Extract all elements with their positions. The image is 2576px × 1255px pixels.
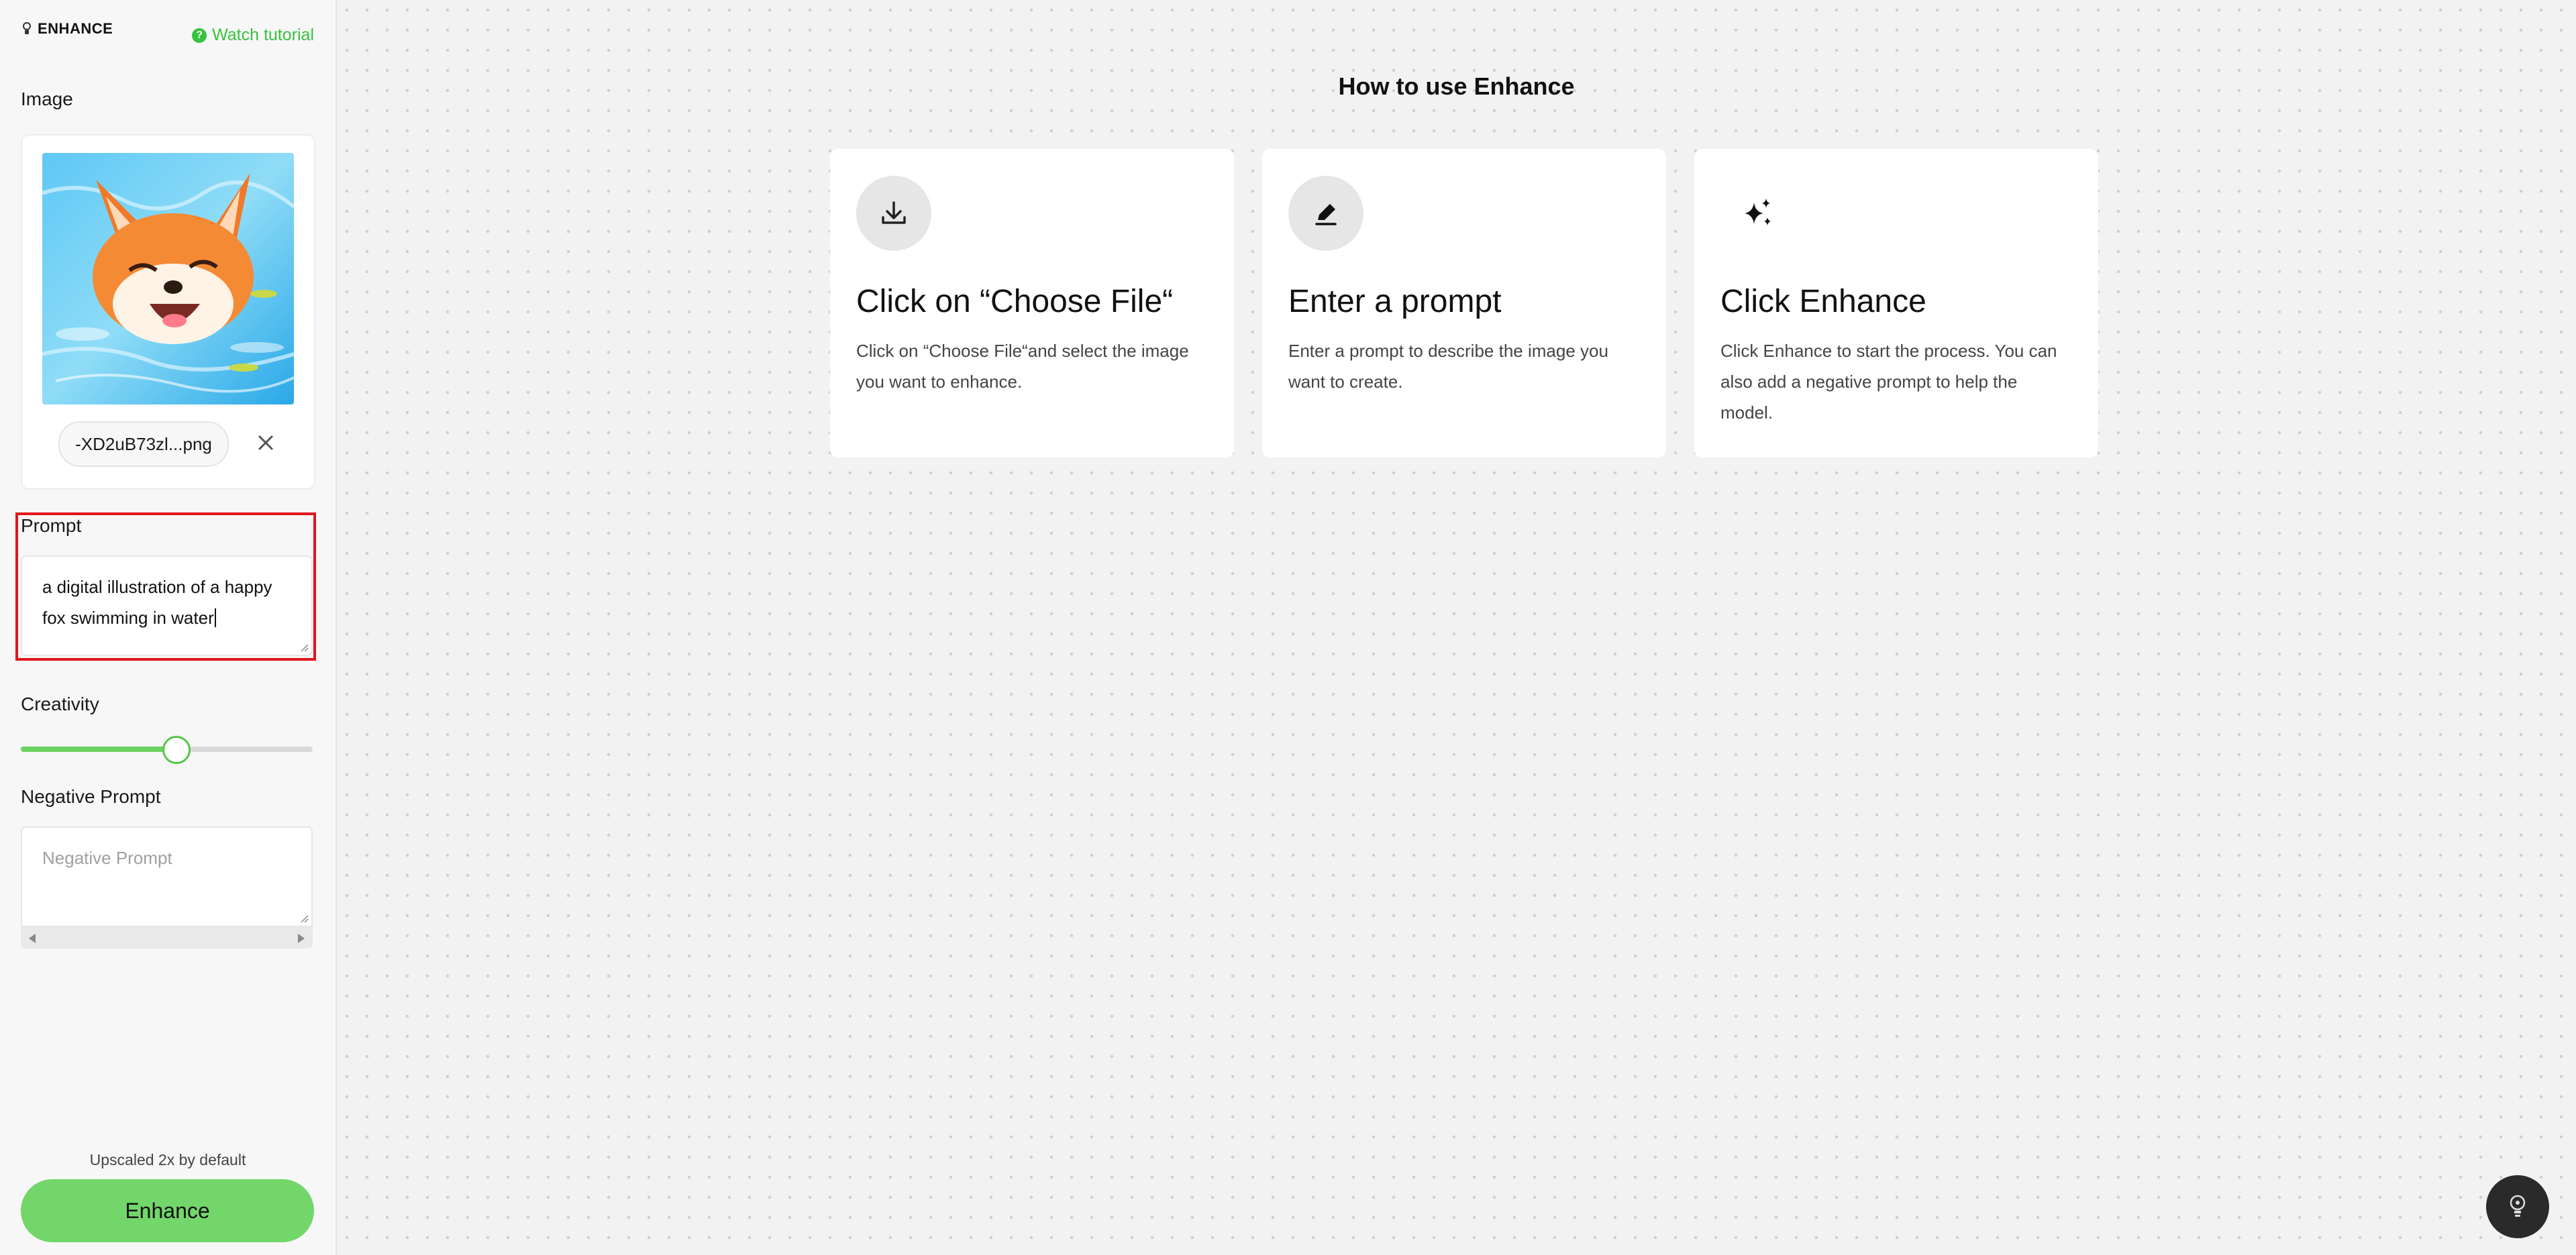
fox-image <box>42 153 294 404</box>
brand-name: ENHANCE <box>38 20 113 37</box>
step-title: Click Enhance <box>1720 284 1926 319</box>
enhance-button[interactable]: Enhance <box>21 1179 314 1242</box>
creativity-slider-fill <box>21 747 176 752</box>
resize-grip-icon[interactable] <box>299 643 309 652</box>
download-icon <box>856 176 931 251</box>
bulb-icon <box>2510 1195 2526 1217</box>
close-icon[interactable] <box>254 431 278 455</box>
negative-prompt-label: Negative Prompt <box>21 786 161 807</box>
uploaded-image-thumbnail[interactable] <box>42 153 294 404</box>
enhance-button-label: Enhance <box>125 1198 210 1223</box>
pencil-icon <box>1288 176 1363 251</box>
sparkles-icon <box>1720 176 1796 251</box>
step-card-click-enhance: Click Enhance Click Enhance to start the… <box>1694 149 2098 457</box>
horizontal-scrollbar[interactable] <box>21 927 313 948</box>
negative-prompt-box <box>21 826 313 927</box>
assistant-fab-button[interactable] <box>2486 1175 2549 1238</box>
scroll-left-icon[interactable] <box>29 934 36 943</box>
image-label: Image <box>21 89 73 109</box>
brand: ENHANCE <box>21 20 113 38</box>
step-title: Click on “Choose File“ <box>856 284 1174 319</box>
upscale-note: Upscaled 2x by default <box>89 1151 246 1168</box>
negative-prompt-textarea[interactable] <box>22 828 311 926</box>
prompt-label: Prompt <box>21 515 82 536</box>
watch-tutorial-link[interactable]: ? Watch tutorial <box>192 25 314 45</box>
creativity-slider[interactable] <box>21 736 313 764</box>
file-name: -XD2uB73zl...png <box>75 433 212 454</box>
question-circle-icon: ? <box>192 28 207 43</box>
step-description: Enter a prompt to describe the image you… <box>1288 341 1608 392</box>
main-canvas: How to use Enhance Click on “Choose File… <box>337 0 2576 1255</box>
step-card-enter-prompt: Enter a prompt Enter a prompt to describ… <box>1262 149 1666 457</box>
creativity-label: Creativity <box>21 694 99 714</box>
step-description: Click on “Choose File“and select the ima… <box>856 341 1189 392</box>
resize-grip-icon[interactable] <box>299 914 309 923</box>
image-upload-card: -XD2uB73zl...png <box>21 134 315 490</box>
step-card-choose-file: Click on “Choose File“ Click on “Choose … <box>830 149 1234 457</box>
page-title: How to use Enhance <box>1338 72 1575 100</box>
file-name-chip: -XD2uB73zl...png <box>58 421 229 467</box>
sidebar: ENHANCE ? Watch tutorial Image -XD2uB73z… <box>0 0 337 1255</box>
step-title: Enter a prompt <box>1288 284 1502 319</box>
prompt-text: a digital illustration of a happy fox sw… <box>42 577 272 628</box>
creativity-slider-thumb[interactable] <box>162 736 191 764</box>
scroll-right-icon[interactable] <box>298 934 305 943</box>
bulb-logo-icon <box>23 22 31 34</box>
text-caret <box>214 608 216 627</box>
watch-tutorial-label: Watch tutorial <box>212 25 314 44</box>
step-description: Click Enhance to start the process. You … <box>1720 341 2057 423</box>
prompt-textarea[interactable]: a digital illustration of a happy fox sw… <box>21 555 313 656</box>
